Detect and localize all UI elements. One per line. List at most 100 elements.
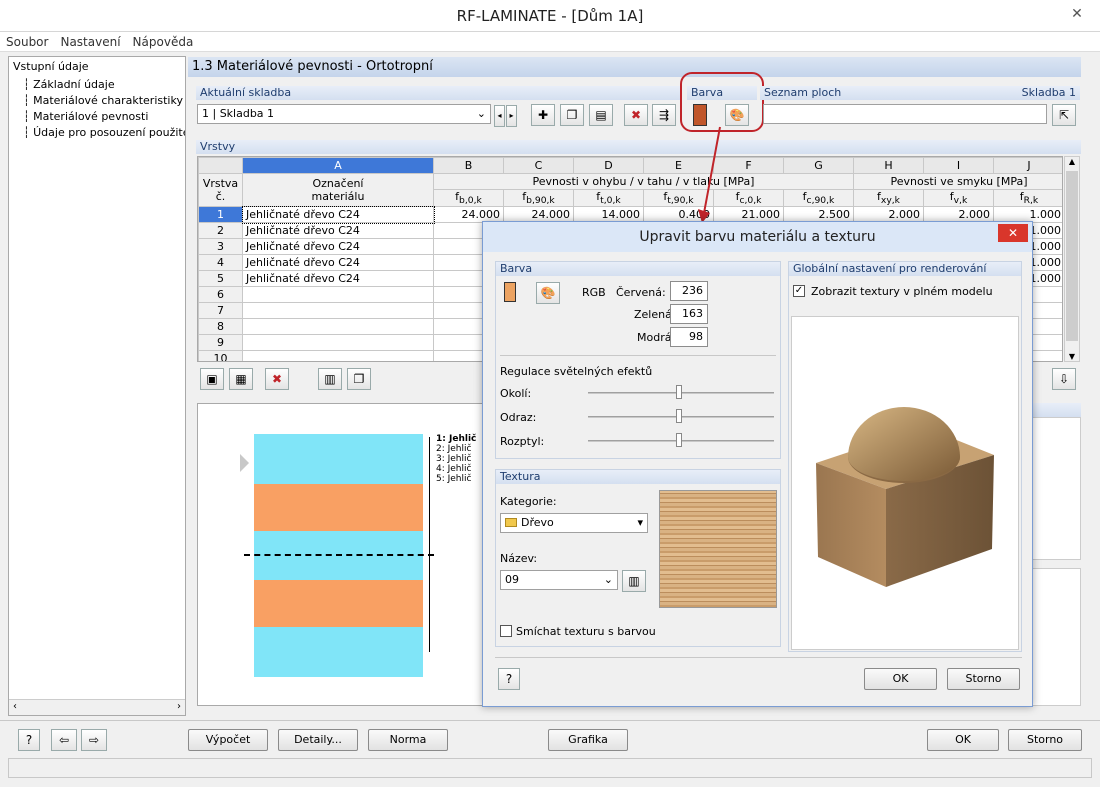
row-number[interactable]: 2: [198, 222, 243, 240]
texture-panel: Textura Kategorie: Dřevo ▾ Název: 09 ⌄ ▥ S…: [495, 469, 781, 647]
dialog-cancel-button[interactable]: Storno: [947, 668, 1020, 690]
new-layup-button[interactable]: ✚: [531, 104, 555, 126]
material-name-cell[interactable]: [242, 350, 434, 361]
cancel-button[interactable]: Storno: [1008, 729, 1082, 751]
reflection-slider-thumb[interactable]: [676, 409, 682, 423]
prev-window-button[interactable]: ⇦: [51, 729, 77, 751]
row-number[interactable]: 1: [198, 206, 243, 224]
menu-file[interactable]: Soubor: [0, 32, 54, 52]
dialog-ok-button[interactable]: OK: [864, 668, 937, 690]
render-panel: Globální nastavení pro renderování ✓ Zob…: [788, 261, 1022, 652]
col-letter-b[interactable]: B: [433, 157, 504, 174]
material-name-cell[interactable]: Jehličnaté dřevo C24: [242, 254, 434, 272]
mix-texture-checkbox[interactable]: [500, 625, 512, 637]
library-button[interactable]: ▥: [318, 368, 342, 390]
ok-button[interactable]: OK: [927, 729, 999, 751]
material-name-cell[interactable]: Jehličnaté dřevo C24: [241, 205, 435, 224]
copy-rows-button[interactable]: ❐: [347, 368, 371, 390]
import-button[interactable]: ⇩: [1052, 368, 1076, 390]
row-number[interactable]: 5: [198, 270, 243, 288]
texture-library-button[interactable]: ▥: [622, 570, 646, 592]
open-button[interactable]: ▣: [200, 368, 224, 390]
material-name-cell[interactable]: [242, 318, 434, 336]
green-input[interactable]: 163: [670, 304, 708, 324]
menu-bar: Soubor Nastavení Nápověda: [0, 32, 1100, 52]
menu-help[interactable]: Nápověda: [127, 32, 200, 52]
legend-list: 1: Jehlič 2: Jehlič 3: Jehlič 4: Jehlič …: [436, 434, 477, 484]
row-number[interactable]: 8: [198, 318, 243, 336]
layup-select[interactable]: 1 | Skladba 1 ⌄: [197, 104, 491, 124]
red-input[interactable]: 236: [670, 281, 708, 301]
ambient-label: Okolí:: [500, 387, 532, 400]
category-select[interactable]: Dřevo ▾: [500, 513, 648, 533]
row-number[interactable]: 10: [198, 350, 243, 361]
copy-layup-button[interactable]: ❐: [560, 104, 584, 126]
window-close-button[interactable]: ✕: [1062, 4, 1092, 24]
material-name-cell[interactable]: Jehličnaté dřevo C24: [242, 270, 434, 288]
col-letter-c[interactable]: C: [503, 157, 574, 174]
rename-layup-button[interactable]: ▤: [589, 104, 613, 126]
blue-input[interactable]: 98: [670, 327, 708, 347]
book-icon: ▥: [628, 574, 640, 588]
delete-icon: ✖: [271, 372, 283, 386]
tree-hscrollbar[interactable]: ‹ ›: [9, 699, 185, 715]
col-letter-i[interactable]: I: [923, 157, 994, 174]
dialog-palette-button[interactable]: 🎨: [536, 282, 560, 304]
rename-icon: ▤: [595, 108, 607, 122]
norm-button[interactable]: Norma: [368, 729, 448, 751]
menu-settings[interactable]: Nastavení: [54, 32, 126, 52]
delete-rows-button[interactable]: ✖: [265, 368, 289, 390]
prev-layup-button[interactable]: ◂: [494, 105, 505, 127]
material-name-cell[interactable]: [242, 302, 434, 320]
hdr-fxyk: fxy,k: [853, 188, 924, 208]
diffuse-slider-thumb[interactable]: [676, 433, 682, 447]
tree-item-strengths[interactable]: ┆ Materiálové pevnosti: [9, 109, 185, 125]
folder-icon: [505, 518, 517, 527]
calculation-button[interactable]: Výpočet: [188, 729, 268, 751]
tree-item-characteristics[interactable]: ┆ Materiálové charakteristiky: [9, 93, 185, 109]
texture-name-select[interactable]: 09 ⌄: [500, 570, 618, 590]
surface-list-group: Seznam ploch Skladba 1: [760, 86, 1080, 100]
row-number[interactable]: 3: [198, 238, 243, 256]
row-number[interactable]: 4: [198, 254, 243, 272]
scroll-left-icon: ‹: [13, 701, 17, 712]
tree-item-basic[interactable]: ┆ Základní údaje: [9, 77, 185, 93]
material-name-cell[interactable]: [242, 334, 434, 352]
scroll-thumb[interactable]: [1066, 171, 1078, 341]
surface-list-input[interactable]: [763, 104, 1047, 124]
tree-item-serviceability[interactable]: ┆ Údaje pro posouzení použitelnosti: [9, 125, 185, 141]
delete-layup-button[interactable]: ✖: [624, 104, 648, 126]
table-vscrollbar[interactable]: ▲ ▼: [1064, 156, 1080, 362]
col-letter-h[interactable]: H: [853, 157, 924, 174]
col-letter-g[interactable]: G: [783, 157, 854, 174]
legend-bracket: [429, 437, 430, 652]
material-name-cell[interactable]: [242, 286, 434, 304]
ambient-slider-thumb[interactable]: [676, 385, 682, 399]
next-layup-button[interactable]: ▸: [506, 105, 517, 127]
material-name-cell[interactable]: Jehličnaté dřevo C24: [242, 222, 434, 240]
dialog-help-button[interactable]: ?: [498, 668, 520, 690]
col-letter-j[interactable]: J: [993, 157, 1062, 174]
col-letter-d[interactable]: D: [573, 157, 644, 174]
col-letter-a[interactable]: A: [242, 157, 434, 174]
name-label: Název:: [500, 552, 538, 565]
tree-root[interactable]: Vstupní údaje: [9, 57, 185, 77]
divider: [500, 355, 776, 356]
graphics-button[interactable]: Grafika: [548, 729, 628, 751]
pick-surface-button[interactable]: ⇱: [1052, 104, 1076, 126]
dialog-close-button[interactable]: ✕: [998, 224, 1028, 242]
row-number[interactable]: 6: [198, 286, 243, 304]
show-textures-checkbox[interactable]: ✓: [793, 285, 805, 297]
next-window-button[interactable]: ⇨: [81, 729, 107, 751]
copy-icon: ❐: [353, 372, 365, 386]
save-button[interactable]: ▦: [229, 368, 253, 390]
row-number[interactable]: 9: [198, 334, 243, 352]
material-name-cell[interactable]: Jehličnaté dřevo C24: [242, 238, 434, 256]
layer-band-1: [254, 434, 423, 484]
details-button[interactable]: Detaily...: [278, 729, 358, 751]
hdr-fb0k: fb,0,k: [433, 188, 504, 208]
dialog-color-swatch: [504, 282, 516, 302]
row-number[interactable]: 7: [198, 302, 243, 320]
help-button[interactable]: ?: [18, 729, 40, 751]
export-layup-button[interactable]: ⇶: [652, 104, 676, 126]
